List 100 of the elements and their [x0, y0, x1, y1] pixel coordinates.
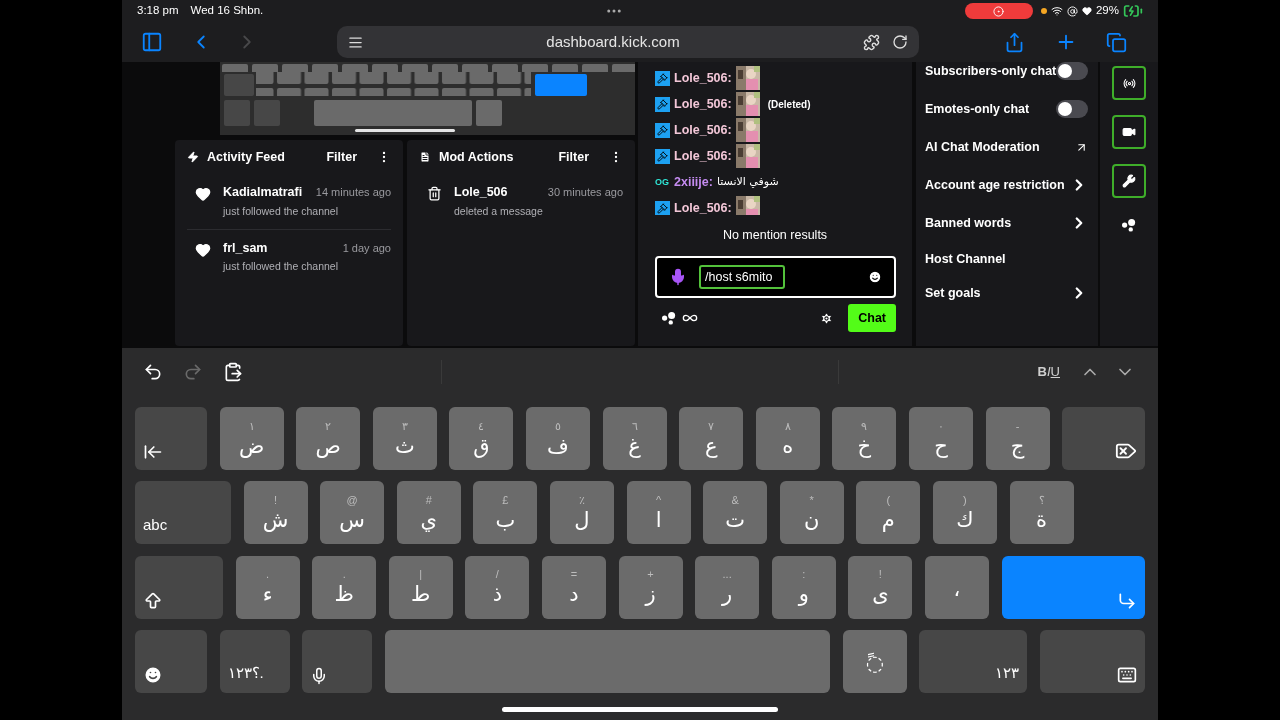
key[interactable]: & ت — [703, 481, 768, 545]
filter-button[interactable]: Filter — [326, 147, 357, 167]
settings-icon[interactable] — [820, 311, 834, 325]
key[interactable]: . ظ — [312, 555, 377, 619]
heart-icon — [1081, 6, 1092, 16]
battery-percent: 29% — [1095, 3, 1119, 19]
chat-input[interactable]: /host s6mito — [699, 265, 785, 289]
key[interactable]: ٥ ف — [525, 407, 590, 470]
delete-key[interactable] — [1062, 407, 1146, 470]
chat-message: شوفي الانستا — [716, 173, 779, 190]
trash-icon — [427, 186, 442, 201]
key[interactable]: | ط — [388, 555, 453, 619]
undo-icon[interactable] — [143, 361, 163, 382]
tab-key[interactable] — [135, 407, 207, 470]
chat-input-box[interactable]: /host s6mito — [655, 256, 896, 298]
key[interactable]: @ س — [320, 481, 385, 545]
key[interactable]: ، — [924, 555, 989, 619]
share-icon[interactable] — [1004, 31, 1025, 53]
user-name: frl_sam — [223, 239, 268, 257]
tools-button[interactable] — [1112, 164, 1146, 198]
url-text: dashboard.kick.com — [545, 31, 681, 52]
tabs-icon[interactable] — [1106, 31, 1127, 53]
mic-icon[interactable] — [669, 268, 687, 286]
key[interactable]: : و — [771, 555, 836, 619]
emoji-icon[interactable] — [868, 270, 882, 284]
reader-icon[interactable] — [348, 34, 363, 50]
key[interactable]: . ء — [235, 555, 300, 619]
chat-username: Lole_506: — [674, 199, 732, 215]
emoji-icon — [143, 664, 163, 685]
extension-icon[interactable] — [863, 33, 880, 51]
chat-send-button[interactable]: Chat — [848, 304, 896, 332]
activity-text: just followed the channel — [223, 259, 339, 275]
wrench-icon — [1122, 174, 1136, 188]
emoji-key[interactable] — [135, 629, 207, 693]
record-icon — [993, 5, 1005, 17]
chat-username: Lole_506: — [674, 121, 732, 139]
key[interactable]: - ج — [985, 407, 1050, 470]
key[interactable]: £ ب — [473, 481, 538, 545]
broadcast-button[interactable] — [1112, 66, 1146, 100]
broadcast-icon — [1122, 76, 1136, 90]
return-key[interactable] — [1001, 555, 1145, 619]
toggle-switch[interactable] — [1056, 62, 1088, 80]
key[interactable]: ٦ غ — [602, 407, 667, 470]
reload-icon[interactable] — [892, 34, 908, 50]
shift-icon — [143, 590, 163, 611]
video-button[interactable] — [1112, 115, 1146, 149]
key[interactable]: ◌ً — [842, 629, 907, 693]
key[interactable]: ... ر — [695, 555, 760, 619]
key[interactable]: ٢ ص — [296, 407, 361, 470]
user-name: Lole_506 — [454, 184, 508, 201]
hide-keyboard-key[interactable] — [1040, 629, 1145, 693]
key[interactable]: ٪ ل — [549, 481, 614, 545]
at-sign-icon — [1066, 5, 1078, 17]
sidebar-icon[interactable] — [141, 31, 163, 53]
key[interactable]: / ذ — [465, 555, 530, 619]
og-label: OG — [655, 177, 670, 187]
setting-label: AI Chat Moderation — [925, 138, 1040, 156]
tab-icon — [143, 442, 163, 462]
key[interactable]: ^ ا — [626, 481, 691, 545]
key[interactable]: ٩ خ — [832, 407, 897, 470]
dictation-key[interactable] — [302, 629, 373, 693]
toggle-switch[interactable] — [1056, 100, 1088, 118]
wifi-icon — [1050, 5, 1063, 17]
key[interactable]: * ن — [779, 481, 844, 545]
key[interactable]: # ي — [396, 481, 461, 545]
dots-icon[interactable] — [1120, 218, 1138, 232]
key[interactable]: ! ش — [243, 481, 308, 545]
panel-title: Activity Feed — [207, 148, 285, 166]
key[interactable]: ٣ ث — [372, 407, 437, 470]
panel-title: Mod Actions — [439, 148, 514, 166]
setting-label: Emotes-only chat — [925, 100, 1030, 118]
key[interactable]: ! ى — [848, 555, 913, 619]
key[interactable]: ٧ ع — [679, 407, 744, 470]
key[interactable]: ؟ ة — [1009, 481, 1074, 545]
key[interactable]: + ز — [618, 555, 683, 619]
chat-username: Lole_506: — [674, 95, 732, 113]
key[interactable]: ) ك — [932, 481, 997, 545]
video-camera-icon — [1122, 125, 1136, 139]
key[interactable]: ( م — [856, 481, 921, 545]
status-time: 3:18 pm — [137, 3, 179, 19]
setting-label: Host Channel — [925, 250, 1006, 268]
space-key[interactable] — [384, 629, 831, 693]
mode-key[interactable]: abc — [135, 481, 231, 545]
mode-key[interactable]: ١٢٣؟. — [219, 629, 290, 693]
mode-key[interactable]: ١٢٣ — [919, 629, 1028, 693]
status-date: Wed 16 Shbn. — [190, 3, 264, 19]
setting-label: Set goals — [925, 284, 981, 302]
paste-icon[interactable] — [223, 361, 243, 382]
key[interactable]: ٤ ق — [449, 407, 514, 470]
setting-label: Account age restriction — [925, 176, 1065, 194]
address-bar[interactable]: dashboard.kick.com — [337, 26, 919, 58]
key[interactable]: = د — [541, 555, 606, 619]
time-ago: 1 day ago — [342, 240, 391, 256]
key[interactable]: ١ ض — [219, 407, 284, 470]
time-ago: 30 minutes ago — [547, 185, 623, 200]
setting-label: Subscribers-only chat — [925, 62, 1057, 80]
filter-button[interactable]: Filter — [558, 147, 589, 167]
dots-icon[interactable] — [660, 311, 678, 325]
key[interactable]: ٨ ه — [755, 407, 820, 470]
format-button[interactable]: BIU — [1037, 361, 1060, 382]
